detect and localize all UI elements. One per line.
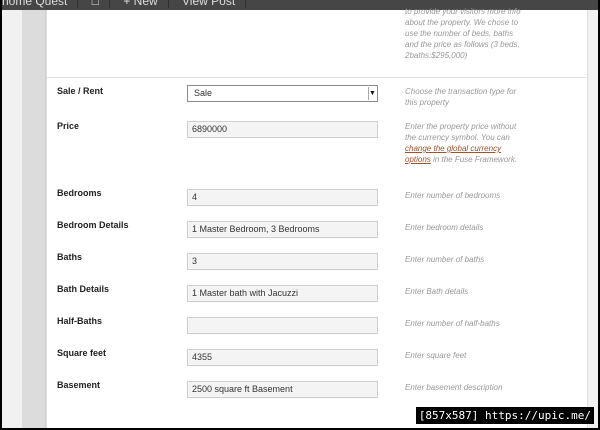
right-gutter (588, 10, 598, 428)
browser-viewport: home Quest □ + New View Post to provide … (2, 0, 598, 428)
price-label: Price (57, 121, 80, 131)
half-baths-input[interactable] (187, 317, 378, 334)
price-description-text: Enter the property price without the cur… (405, 122, 517, 142)
bedrooms-label: Bedrooms (57, 188, 102, 198)
chevron-down-icon[interactable]: ▼ (368, 87, 376, 100)
sale-rent-label: Sale / Rent (57, 86, 104, 96)
bedrooms-description: Enter number of bedrooms (405, 191, 501, 200)
baths-description: Enter number of baths (405, 255, 485, 264)
basement-label: Basement (57, 380, 101, 390)
price-input[interactable]: 6890000 (187, 121, 378, 138)
sale-rent-selected-value: Sale (194, 88, 213, 98)
comments-icon[interactable]: □ (82, 0, 110, 8)
price-description-suffix: in the Fuse Framework. (430, 155, 518, 164)
bedroom-details-label: Bedroom Details (57, 220, 129, 230)
bedrooms-input[interactable]: 4 (187, 189, 378, 206)
square-feet-description: Enter square feet (405, 351, 467, 360)
baths-input[interactable]: 3 (187, 253, 378, 270)
watermark-badge: [857x587] https://upic.me/ (415, 407, 594, 424)
bath-details-description: Enter Bath details (405, 287, 469, 296)
bath-details-label: Bath Details (57, 284, 110, 294)
previous-field-description: to provide your visitors more info about… (405, 7, 521, 60)
admin-bar-site[interactable]: home Quest (2, 0, 79, 8)
half-baths-description: Enter number of half-baths (405, 319, 500, 328)
basement-description: Enter basement description (405, 383, 503, 392)
bath-details-input[interactable]: 1 Master bath with Jacuzzi (187, 285, 378, 302)
section-divider (47, 77, 589, 78)
bedroom-details-description: Enter bedroom details (405, 223, 484, 232)
sale-rent-select[interactable]: Sale ▼ (187, 85, 378, 102)
square-feet-input[interactable]: 4355 (187, 349, 378, 366)
admin-sidebar-edge (22, 10, 46, 428)
bedroom-details-input[interactable]: 1 Master Bedroom, 3 Bedrooms (187, 221, 378, 238)
admin-bar-view-post[interactable]: View Post (172, 0, 247, 8)
square-feet-label: Square feet (57, 348, 107, 358)
sale-rent-description: Choose the transaction type for this pro… (405, 87, 517, 107)
basement-input[interactable]: 2500 square ft Basement (187, 381, 378, 398)
property-details-panel: to provide your visitors more info about… (46, 7, 589, 428)
half-baths-label: Half-Baths (57, 316, 103, 326)
baths-label: Baths (57, 252, 83, 262)
admin-bar-new[interactable]: + New (113, 0, 169, 8)
price-description: Enter the property price without the cur… (405, 121, 523, 165)
